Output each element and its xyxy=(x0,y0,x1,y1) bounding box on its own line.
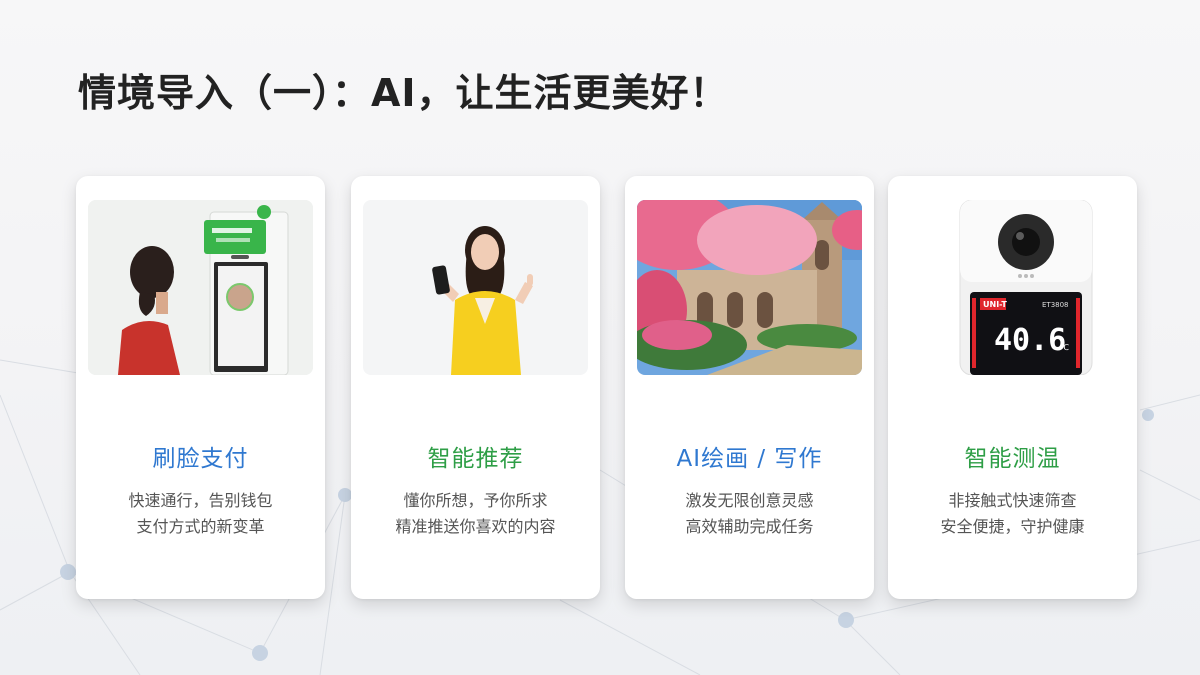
card-desc-line: 精准推送你喜欢的内容 xyxy=(395,517,556,536)
card-title: 智能推荐 xyxy=(427,446,524,472)
card-smart-temperature: UNI-T ET3808 40.6 ℃ 智能测温 非接触式快速筛查 安全便捷，守… xyxy=(888,176,1137,599)
ai-painting-cathedral-blossoms xyxy=(637,200,862,375)
card-desc-line: 快速通行，告别钱包 xyxy=(128,491,273,510)
card-description: 快速通行，告别钱包 支付方式的新变革 xyxy=(76,488,325,540)
thermometer-device-photo: UNI-T ET3808 40.6 ℃ xyxy=(900,200,1125,375)
card-smart-recommendation: 智能推荐 懂你所想，予你所求 精准推送你喜欢的内容 xyxy=(351,176,600,599)
device-reading: 40.6 xyxy=(994,323,1066,358)
card-title: 智能测温 xyxy=(964,446,1061,472)
card-desc-line: 安全便捷，守护健康 xyxy=(940,517,1085,536)
device-unit: ℃ xyxy=(1060,343,1069,352)
device-brand: UNI-T xyxy=(983,300,1007,309)
device-model: ET3808 xyxy=(1042,301,1069,309)
ai-painting-image xyxy=(637,200,862,375)
woman-holding-phone-photo xyxy=(363,200,588,375)
card-description: 非接触式快速筛查 安全便捷，守护健康 xyxy=(888,488,1137,540)
card-description: 激发无限创意灵感 高效辅助完成任务 xyxy=(625,488,874,540)
card-ai-painting-writing: AI绘画 / 写作 激发无限创意灵感 高效辅助完成任务 xyxy=(625,176,874,599)
card-desc-line: 激发无限创意灵感 xyxy=(685,491,814,510)
face-pay-terminal-photo xyxy=(88,200,313,375)
card-face-pay: 刷脸支付 快速通行，告别钱包 支付方式的新变革 xyxy=(76,176,325,599)
card-desc-line: 支付方式的新变革 xyxy=(136,517,265,536)
card-desc-line: 高效辅助完成任务 xyxy=(685,517,814,536)
card-description: 懂你所想，予你所求 精准推送你喜欢的内容 xyxy=(351,488,600,540)
face-pay-image xyxy=(88,200,313,375)
card-desc-line: 非接触式快速筛查 xyxy=(948,491,1077,510)
card-desc-line: 懂你所想，予你所求 xyxy=(403,491,548,510)
card-title: AI绘画 / 写作 xyxy=(676,446,823,472)
page-title: 情境导入（一）：AI，让生活更美好！ xyxy=(78,71,729,115)
smart-recommendation-image xyxy=(363,200,588,375)
temperature-image: UNI-T ET3808 40.6 ℃ xyxy=(900,200,1125,375)
card-title: 刷脸支付 xyxy=(152,446,249,472)
